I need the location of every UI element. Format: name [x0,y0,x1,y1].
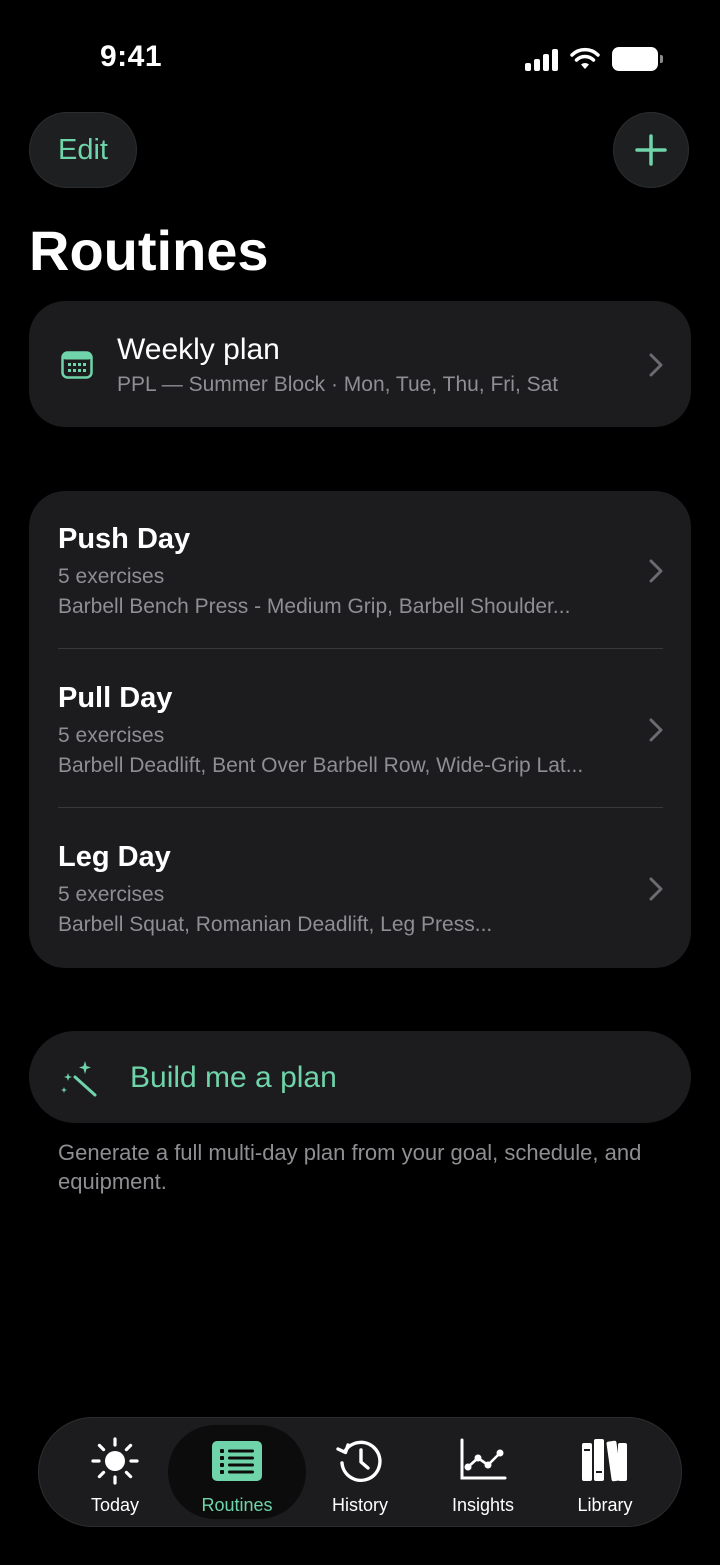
routine-name: Pull Day [58,682,173,714]
row-divider [58,807,663,808]
routine-exercise-count: 5 exercises [58,565,165,588]
tab-routines[interactable]: Routines [168,1425,306,1519]
status-time: 9:41 [100,40,163,73]
chevron-right-icon [649,559,663,583]
chevron-right-icon [649,718,663,742]
cellular-signal-icon [525,47,558,71]
sun-icon [91,1437,139,1485]
routine-exercise-list: Barbell Squat, Romanian Deadlift, Leg Pr… [58,913,493,936]
plus-icon [635,134,667,166]
routine-row-push-day[interactable]: Push Day 5 exercises Barbell Bench Press… [29,491,691,650]
routine-row-pull-day[interactable]: Pull Day 5 exercises Barbell Deadlift, B… [29,650,691,809]
tab-label: History [331,1495,388,1515]
tab-bar: Today Routines History Insights Library [38,1417,682,1527]
page-title: Routines [29,219,269,282]
routine-exercise-list: Barbell Bench Press - Medium Grip, Barbe… [58,595,571,618]
edit-button-label: Edit [58,133,108,166]
tab-today[interactable]: Today [46,1425,184,1519]
books-icon [582,1439,627,1482]
routine-exercise-count: 5 exercises [58,883,165,906]
tab-label: Today [90,1495,140,1515]
chevron-right-icon [649,353,663,377]
add-routine-button[interactable] [613,112,689,188]
status-icons [525,42,663,76]
chart-icon [460,1438,507,1480]
weekly-plan-card[interactable]: Weekly plan PPL — Summer Block · Mon, Tu… [29,301,691,427]
routines-list: Push Day 5 exercises Barbell Bench Press… [29,491,691,968]
history-icon [336,1440,382,1483]
edit-button[interactable]: Edit [29,112,137,188]
build-plan-label: Build me a plan [130,1061,337,1094]
tab-label: Routines [201,1495,273,1515]
row-divider [58,648,663,649]
chevron-right-icon [649,877,663,901]
weekly-plan-title: Weekly plan [117,333,280,366]
tab-label: Library [577,1495,633,1515]
tab-insights[interactable]: Insights [414,1425,552,1519]
routine-exercise-count: 5 exercises [58,724,165,747]
routine-name: Leg Day [58,841,171,873]
tab-library[interactable]: Library [536,1425,674,1519]
routine-exercise-list: Barbell Deadlift, Bent Over Barbell Row,… [58,754,584,777]
list-icon [212,1441,262,1481]
tab-label: Insights [451,1495,515,1515]
routine-row-leg-day[interactable]: Leg Day 5 exercises Barbell Squat, Roman… [29,809,691,968]
build-plan-caption: Generate a full multi-day plan from your… [58,1140,642,1194]
build-plan-button[interactable]: Build me a plan [29,1031,691,1123]
wifi-icon [570,47,600,69]
weekly-plan-subtitle: PPL — Summer Block · Mon, Tue, Thu, Fri,… [117,373,559,396]
magic-wand-icon [61,1061,97,1097]
calendar-icon [61,351,93,379]
routine-name: Push Day [58,523,191,555]
battery-icon [612,47,663,71]
tab-history[interactable]: History [291,1425,429,1519]
